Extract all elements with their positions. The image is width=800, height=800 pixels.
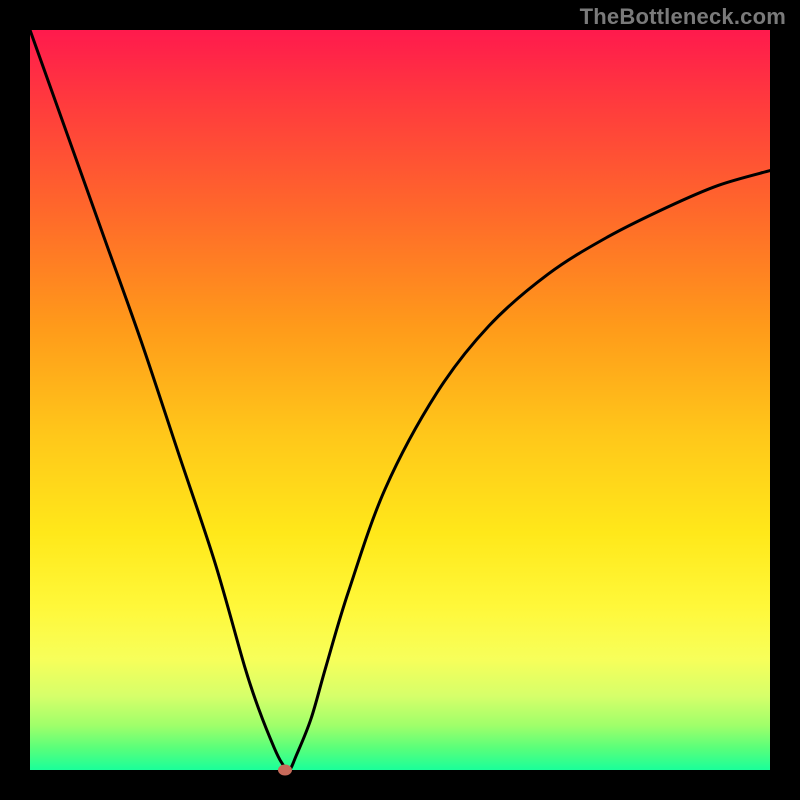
watermark-text: TheBottleneck.com — [580, 4, 786, 30]
curve-svg — [30, 30, 770, 770]
frame: TheBottleneck.com — [0, 0, 800, 800]
minimum-marker — [278, 765, 292, 776]
bottleneck-curve — [30, 30, 770, 770]
plot-area — [30, 30, 770, 770]
